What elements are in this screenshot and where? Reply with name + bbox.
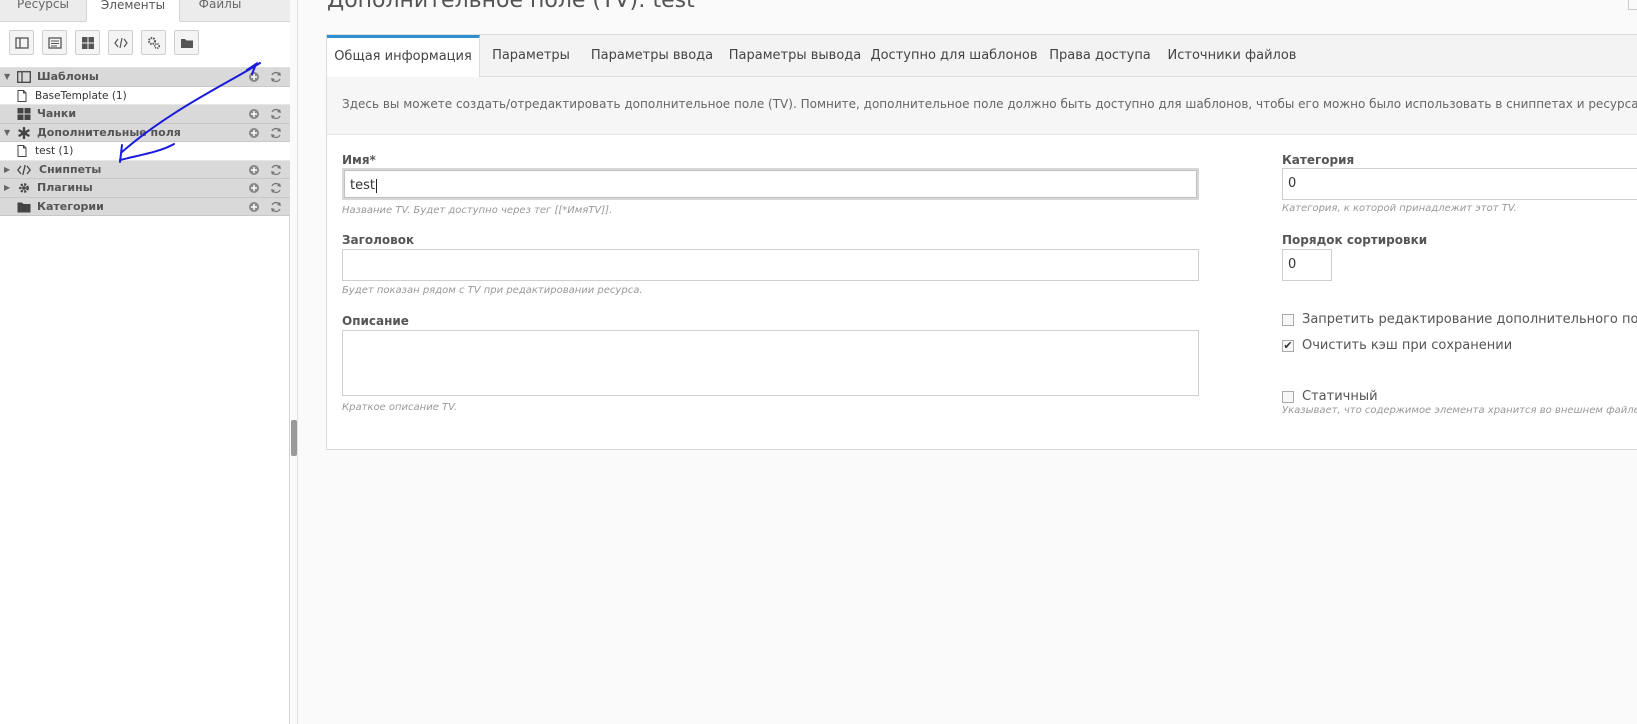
element-tree-panel: Ресурсы Элементы Файлы ▼ Шаблоны BaseTem… [0, 0, 290, 724]
plugin-gears-icon [147, 36, 160, 49]
folder-icon [180, 38, 193, 48]
document-icon [17, 145, 27, 157]
template-icon [14, 36, 29, 49]
tree-node-templates[interactable]: ▼ Шаблоны [0, 68, 290, 87]
name-input[interactable]: test [342, 168, 1199, 200]
static-label: Статичный [1302, 389, 1378, 404]
description-label: Описание [342, 314, 409, 328]
caption-input[interactable] [342, 249, 1199, 281]
page-title: Дополнительное поле (TV): test [327, 0, 695, 13]
chunk-icon [81, 36, 94, 49]
static-help: Указывает, что содержимое элемента храни… [1282, 405, 1637, 416]
caption-label: Заголовок [342, 233, 415, 247]
tree-node-plugins[interactable]: ▶ Плагины [0, 179, 290, 198]
expanded-arrow-icon[interactable]: ▼ [4, 68, 10, 86]
code-icon [17, 164, 31, 175]
caption-help: Будет показан рядом с TV при редактирова… [342, 285, 643, 296]
tab-output-options[interactable]: Параметры вывода [722, 35, 868, 77]
tree-leaf-label: BaseTemplate (1) [35, 89, 127, 102]
rank-label: Порядок сортировки [1282, 233, 1428, 247]
tab-resources[interactable]: Ресурсы [0, 0, 86, 22]
app-window: Ресурсы Элементы Файлы ▼ Шаблоны BaseTem… [0, 0, 1637, 724]
refresh-icon[interactable] [270, 182, 282, 194]
chunk-icon [17, 108, 31, 120]
tab-media-sources[interactable]: Источники файлов [1160, 35, 1304, 77]
refresh-icon[interactable] [270, 71, 282, 83]
asterisk-icon [18, 126, 30, 139]
category-help: Категория, к которой принадлежит этот TV… [1282, 203, 1517, 214]
clear-cache-checkbox[interactable]: ✔ [1282, 340, 1294, 352]
collapsed-arrow-icon[interactable]: ▶ [4, 179, 10, 197]
tree-tabs: Ресурсы Элементы Файлы [0, 0, 290, 22]
tree-node-label: Сниппеты [39, 162, 102, 176]
static-checkbox[interactable] [1282, 391, 1294, 403]
gear-icon [19, 183, 29, 193]
header-action-button[interactable] [1628, 0, 1637, 10]
panel-description: Здесь вы можете создать/отредактировать … [327, 77, 1637, 135]
new-chunk-button[interactable] [75, 30, 100, 55]
new-category-button[interactable] [174, 30, 199, 55]
tab-general[interactable]: Общая информация [327, 35, 480, 78]
tree-leaf-label: test (1) [35, 145, 74, 157]
description-text: Здесь вы можете создать/отредактировать … [342, 97, 1637, 111]
folder-icon [17, 202, 31, 212]
tree-leaf-basetemplate[interactable]: BaseTemplate (1) [0, 86, 290, 105]
refresh-icon[interactable] [270, 108, 282, 120]
tree-node-tvs[interactable]: ▼ Дополнительные поля [0, 123, 290, 142]
tab-elements[interactable]: Элементы [86, 0, 180, 22]
tree-node-label: Плагины [37, 181, 93, 194]
tree-node-label: Шаблоны [37, 70, 99, 83]
new-plugin-button[interactable] [141, 30, 166, 55]
code-icon [113, 37, 128, 48]
expanded-arrow-icon[interactable]: ▼ [4, 124, 10, 142]
tree-node-label: Дополнительные поля [37, 125, 181, 139]
tree-node-chunks[interactable]: Чанки [0, 105, 290, 124]
new-tv-button[interactable] [42, 30, 67, 55]
rank-input[interactable]: 0 [1282, 249, 1332, 281]
add-circle-icon[interactable] [248, 182, 260, 194]
name-help: Название TV. Будет доступно через тег [[… [342, 205, 613, 216]
tree-node-label: Чанки [37, 107, 77, 120]
refresh-icon[interactable] [270, 164, 282, 176]
template-icon [17, 71, 31, 83]
name-value: test [350, 178, 375, 193]
element-tree: ▼ Шаблоны BaseTemplate (1) Чанки ▼ Допол… [0, 68, 290, 216]
add-circle-icon[interactable] [248, 71, 260, 83]
category-select[interactable]: 0 [1282, 168, 1637, 200]
refresh-icon[interactable] [270, 201, 282, 213]
tab-template-access[interactable]: Доступно для шаблонов [868, 35, 1040, 77]
clear-cache-label: Очистить кэш при сохранении [1302, 338, 1513, 353]
tab-properties[interactable]: Параметры [480, 35, 582, 77]
locked-label: Запретить редактирование дополнительного… [1302, 312, 1637, 327]
refresh-icon[interactable] [270, 127, 282, 139]
tree-node-categories[interactable]: Категории [0, 197, 290, 216]
document-icon [17, 89, 27, 102]
tree-toolbar [0, 22, 290, 68]
tab-access-permissions[interactable]: Права доступа [1040, 35, 1160, 77]
tree-node-snippets[interactable]: ▶ Сниппеты [0, 160, 290, 179]
tab-bar: Общая информация Параметры Параметры вво… [327, 35, 1637, 78]
text-caret [375, 178, 377, 193]
new-snippet-button[interactable] [108, 30, 133, 55]
tv-edit-panel: Общая информация Параметры Параметры вво… [326, 34, 1637, 450]
add-circle-icon[interactable] [248, 164, 260, 176]
add-circle-icon[interactable] [248, 108, 260, 120]
collapsed-arrow-icon[interactable]: ▶ [4, 161, 10, 179]
description-help: Краткое описание TV. [342, 402, 458, 413]
tree-leaf-test-tv[interactable]: test (1) [0, 142, 290, 161]
description-textarea[interactable] [342, 330, 1199, 396]
tree-node-label: Категории [37, 199, 104, 213]
add-circle-icon[interactable] [248, 127, 260, 139]
add-circle-icon[interactable] [248, 201, 260, 213]
new-template-button[interactable] [9, 30, 34, 55]
tab-files[interactable]: Файлы [180, 0, 260, 22]
category-label: Категория [1282, 153, 1355, 167]
panel-splitter[interactable] [297, 0, 298, 724]
name-label: Имя* [342, 153, 376, 167]
locked-checkbox[interactable] [1282, 314, 1294, 326]
tv-icon [47, 36, 62, 49]
tab-input-options[interactable]: Параметры ввода [582, 35, 722, 77]
